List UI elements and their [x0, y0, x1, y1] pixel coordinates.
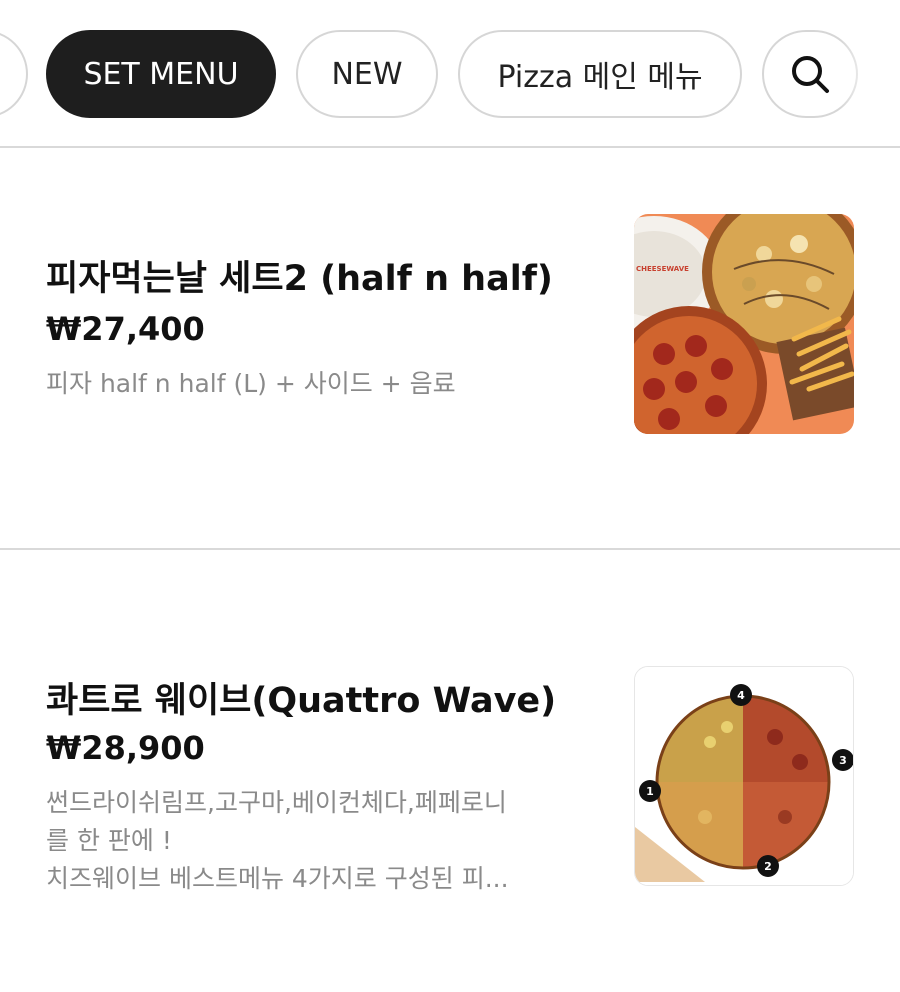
menu-item[interactable]: 피자먹는날 세트2 (half n half) ₩27,400 피자 half … [0, 150, 900, 550]
menu-item-name: 피자먹는날 세트2 (half n half) [46, 259, 553, 299]
menu-item-description-line: 썬드라이쉬림프,고구마,베이컨체다,페페로니 [46, 788, 507, 817]
pizza-marker: 2 [764, 860, 772, 873]
search-icon [792, 56, 829, 93]
scroll-fade [840, 0, 900, 146]
menu-item-description-line: 치즈웨이브 베스트메뉴 4가지로 구성된 피... [46, 864, 509, 893]
menu-item-price: ₩28,900 [46, 729, 205, 767]
tab-set-menu[interactable]: SET MENU [46, 30, 276, 118]
menu-item-name: 콰트로 웨이브(Quattro Wave) [46, 681, 557, 721]
menu-item-description: 썬드라이쉬림프,고구마,베이컨체다,페페로니 를 한 판에 ! 치즈웨이브 베스… [46, 784, 566, 898]
menu-item-description-line: 를 한 판에 ! [46, 826, 172, 855]
tab-new[interactable]: NEW [296, 30, 438, 118]
menu-item-image: CHEESEWAVE [634, 214, 854, 434]
menu-item-description: 피자 half n half (L) + 사이드 + 음료 [46, 369, 456, 398]
pizza-marker: 1 [646, 785, 654, 798]
menu-item[interactable]: 콰트로 웨이브(Quattro Wave) ₩28,900 썬드라이쉬림프,고구… [0, 552, 900, 992]
plate-logo: CHEESEWAVE [636, 265, 689, 273]
tab-previous-partial[interactable] [0, 30, 28, 118]
menu-item-price: ₩27,400 [46, 310, 205, 348]
pizza-marker: 3 [839, 754, 847, 767]
tab-pizza-main-menu[interactable]: Pizza 메인 메뉴 [458, 30, 742, 118]
menu-item-image: 1 2 3 4 [634, 666, 854, 886]
category-tabs-bar: SET MENU NEW Pizza 메인 메뉴 [0, 0, 900, 148]
pizza-marker: 4 [737, 689, 745, 702]
